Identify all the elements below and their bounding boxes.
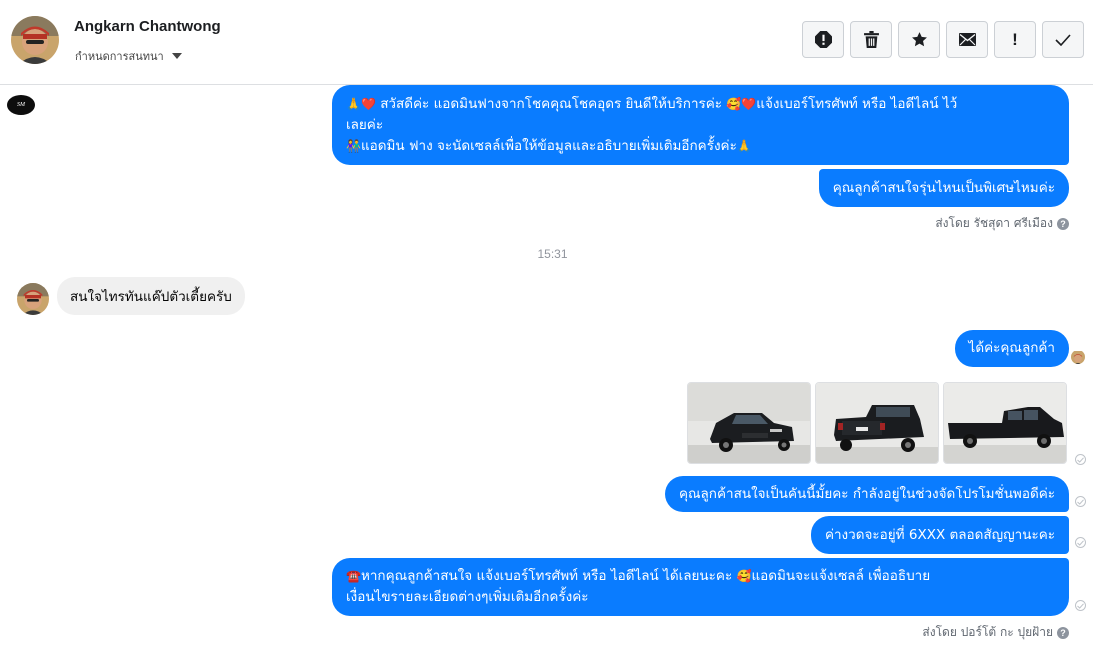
message-line: เลยค่ะ xyxy=(346,117,384,133)
star-icon xyxy=(911,32,927,47)
conversation-settings-label: กำหนดการสนทนา xyxy=(75,50,164,63)
exclamation-icon: ! xyxy=(1012,29,1018,49)
conversation-header: Angkarn Chantwong กำหนดการสนทนา ! xyxy=(0,0,1093,85)
help-icon[interactable]: ? xyxy=(1057,626,1069,639)
message-bubble-outgoing[interactable]: ☎️หากคุณลูกค้าสนใจ แจ้งเบอร์โทรศัพท์ หรื… xyxy=(332,558,1069,616)
delete-button[interactable] xyxy=(850,21,892,58)
trash-icon xyxy=(863,31,879,48)
help-icon[interactable]: ? xyxy=(1057,217,1069,230)
sent-by-label: ส่งโดย ปอร์โต้ กะ ปุยฝ้าย ? xyxy=(922,623,1069,642)
telephone-emoji: ☎️ xyxy=(346,569,361,583)
smile-heart-emoji: 🥰❤️ xyxy=(726,97,757,111)
message-text: แอดมิน ฟาง จะนัดเซลล์เพื่อให้ข้อมูลและอธ… xyxy=(360,138,737,154)
sent-by-label: ส่งโดย รัชสุดา ศรีเมือง ? xyxy=(935,214,1069,233)
envelope-icon xyxy=(958,33,976,46)
message-text: คุณลูกค้าสนใจรุ่นไหนเป็นพิเศษไหมค่ะ xyxy=(832,179,1055,196)
timestamp: 15:31 xyxy=(537,247,568,261)
message-line: 🙏❤️ สวัสดีค่ะ แอดมินฟางจากโชคคุณโชคอุดร … xyxy=(346,94,1055,115)
message-text: คุณลูกค้าสนใจเป็นคันนี้มั้ยคะ กำลังอยู่ใ… xyxy=(678,485,1055,502)
message-bubble-outgoing[interactable]: ค่างวดจะอยู่ที่ 6XXX ตลอดสัญญานะคะ xyxy=(810,516,1069,554)
mark-unread-button[interactable] xyxy=(946,21,988,58)
photo-truck-front[interactable] xyxy=(687,382,811,464)
report-spam-button[interactable] xyxy=(802,21,844,58)
delivered-check-icon xyxy=(1075,600,1086,611)
heart-emoji: ❤️ xyxy=(360,97,376,111)
photo-truck-rear[interactable] xyxy=(815,382,939,464)
page-logo-text: SM xyxy=(17,102,25,108)
pray-emoji: 🙏 xyxy=(346,97,361,111)
smile-hearts-emoji: 🥰 xyxy=(736,569,752,583)
message-text: สวัสดีค่ะ แอดมินฟางจากโชคคุณโชคอุดร ยินด… xyxy=(375,96,727,112)
mark-done-button[interactable] xyxy=(1042,21,1084,58)
message-text: สนใจไทรทันแค๊ปตัวเตี้ยครับ xyxy=(70,289,232,305)
message-line: เงื่อนไขรายละเอียดต่างๆเพิ่มเติมอีกครั้ง… xyxy=(346,589,589,605)
message-text: ค่างวดจะอยู่ที่ 6XXX ตลอดสัญญานะคะ xyxy=(824,526,1055,543)
message-line: 👫แอดมิน ฟาง จะนัดเซลล์เพื่อให้ข้อมูลและอ… xyxy=(346,136,1055,157)
message-text: ได้ค่ะคุณลูกค้า xyxy=(968,340,1055,356)
couple-emoji: 👫 xyxy=(346,139,361,153)
message-bubble-outgoing[interactable]: คุณลูกค้าสนใจรุ่นไหนเป็นพิเศษไหมค่ะ xyxy=(818,169,1069,207)
delivered-check-icon xyxy=(1075,496,1086,507)
message-text: แจ้งเบอร์โทรศัพท์ หรือ ไอดีไลน์ ไว้ xyxy=(756,96,958,112)
sent-by-text: ส่งโดย ปอร์โต้ กะ ปุยฝ้าย xyxy=(922,625,1053,639)
conversation-settings-dropdown[interactable]: กำหนดการสนทนา xyxy=(75,47,182,65)
seen-avatar xyxy=(1071,350,1085,364)
message-text: แอดมินจะแจ้งเซลล์ เพื่ออธิบาย xyxy=(751,568,931,584)
page-logo-avatar: SM xyxy=(7,95,35,115)
check-icon xyxy=(1055,33,1071,46)
contact-name[interactable]: Angkarn Chantwong xyxy=(74,18,221,35)
photo-truck-side[interactable] xyxy=(943,382,1067,464)
message-bubble-incoming[interactable]: สนใจไทรทันแค๊ปตัวเตี้ยครับ xyxy=(57,277,245,315)
report-icon xyxy=(814,31,832,48)
caret-down-icon xyxy=(171,53,182,59)
message-line: ☎️หากคุณลูกค้าสนใจ แจ้งเบอร์โทรศัพท์ หรื… xyxy=(346,566,1055,587)
message-text: หากคุณลูกค้าสนใจ แจ้งเบอร์โทรศัพท์ หรือ … xyxy=(360,568,737,584)
message-bubble-outgoing[interactable]: คุณลูกค้าสนใจเป็นคันนี้มั้ยคะ กำลังอยู่ใ… xyxy=(664,476,1069,512)
message-bubble-outgoing[interactable]: ได้ค่ะคุณลูกค้า xyxy=(954,330,1069,367)
pray-emoji: 🙏 xyxy=(736,139,752,153)
contact-avatar[interactable] xyxy=(11,16,59,64)
star-button[interactable] xyxy=(898,21,940,58)
delivered-check-icon xyxy=(1075,537,1086,548)
message-bubble-outgoing[interactable]: 🙏❤️ สวัสดีค่ะ แอดมินฟางจากโชคคุณโชคอุดร … xyxy=(332,85,1069,165)
contact-avatar-small[interactable] xyxy=(17,283,49,315)
follow-up-button[interactable]: ! xyxy=(994,21,1036,58)
conversation-toolbar: ! xyxy=(802,21,1084,58)
sent-by-text: ส่งโดย รัชสุดา ศรีเมือง xyxy=(935,216,1053,230)
delivered-check-icon xyxy=(1075,454,1086,465)
